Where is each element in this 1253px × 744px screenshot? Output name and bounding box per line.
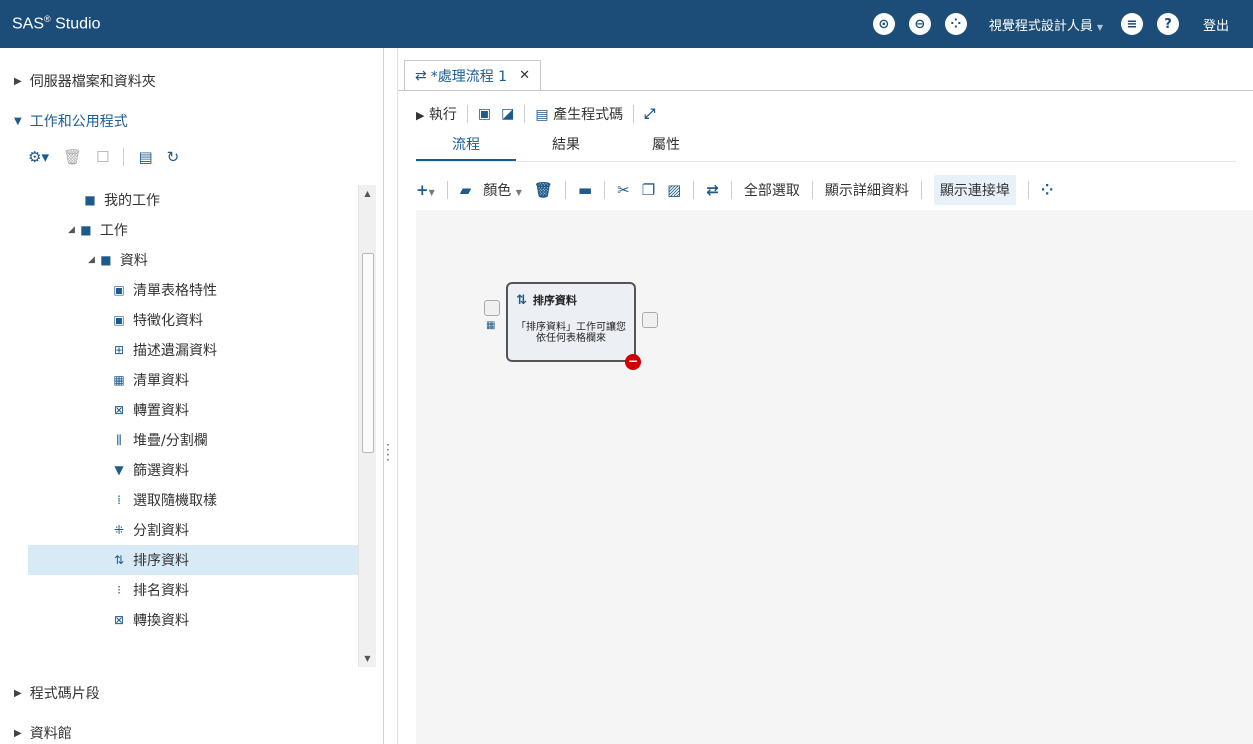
table-icon: ▦ xyxy=(486,320,496,331)
close-tab-icon[interactable]: ✕ xyxy=(519,68,530,83)
add-node-button[interactable]: +▼ xyxy=(416,181,435,199)
section-server-files[interactable]: ▶ 伺服器檔案和資料夾 xyxy=(0,64,380,98)
properties-icon[interactable]: ▬ xyxy=(578,181,592,199)
scroll-thumb[interactable] xyxy=(362,253,374,453)
select-all-button[interactable]: 全部選取 xyxy=(744,180,800,200)
sort-icon: ⇅ xyxy=(516,292,527,308)
folder-icon: ■ xyxy=(84,193,96,207)
partition-icon: ⁜ xyxy=(113,523,125,537)
folder-icon: ■ xyxy=(100,253,112,267)
delete-icon[interactable]: 🗑 xyxy=(534,181,553,199)
subtab-results[interactable]: 結果 xyxy=(516,134,616,162)
properties-icon[interactable]: ▤ xyxy=(138,148,152,166)
output-port[interactable] xyxy=(642,312,658,328)
section-libraries[interactable]: ▶ 資料館 xyxy=(0,716,380,744)
tree-transpose-data[interactable]: ⊠ 轉置資料 xyxy=(111,395,189,425)
table-attr-icon: ▣ xyxy=(113,283,125,297)
refresh-icon[interactable]: ↻ xyxy=(167,148,180,166)
edit-icon[interactable]: ☐ xyxy=(96,148,109,166)
tree-list-data[interactable]: ▦ 清單資料 xyxy=(111,365,189,395)
paste-icon[interactable]: ▨ xyxy=(667,181,681,199)
generate-code-button[interactable]: ▤ 產生程式碼 xyxy=(535,104,623,124)
menu-icon[interactable]: ≡ xyxy=(1120,13,1143,35)
rank-icon: ⁝ xyxy=(117,583,121,597)
sort-data-node[interactable]: ⇅ 排序資料 「排序資料」工作可讓您依任何表格欄來 − xyxy=(506,282,641,370)
tree-describe-missing[interactable]: ⊞ 描述遺漏資料 xyxy=(111,335,217,365)
run-button[interactable]: ▶ 執行 xyxy=(416,104,457,124)
layout-icon[interactable]: ⁘ xyxy=(1041,181,1054,199)
error-badge-icon: − xyxy=(625,354,641,370)
code-icon: ▤ xyxy=(535,107,549,123)
cut-icon[interactable]: ✂ xyxy=(617,181,630,199)
tasks-toolbar: ⚙▾ 🗑 ☐ ▤ ↻ xyxy=(28,148,179,166)
save-icon[interactable]: ▣ xyxy=(478,106,491,122)
panel-splitter[interactable]: · · · · xyxy=(384,48,398,744)
transpose-icon: ⊠ xyxy=(113,403,125,417)
section-tasks-utilities[interactable]: ▼ 工作和公用程式 xyxy=(0,104,380,138)
sort-icon: ⇅ xyxy=(113,553,125,567)
subtab-properties[interactable]: 屬性 xyxy=(616,134,716,162)
tree-tasks[interactable]: ◢ ■ 工作 xyxy=(68,215,128,245)
tree-my-tasks[interactable]: ■ 我的工作 xyxy=(82,185,160,215)
scroll-up-icon[interactable]: ▲ xyxy=(359,189,376,198)
show-ports-button[interactable]: 顯示連接埠 xyxy=(933,175,1016,205)
tree-characterize-data[interactable]: ▣ 特徵化資料 xyxy=(111,305,203,335)
copy-icon[interactable]: ❐ xyxy=(642,181,655,199)
subtab-bar: 流程 結果 屬性 xyxy=(416,134,716,162)
new-task-icon[interactable]: ⚙▾ xyxy=(28,148,49,166)
flow-toolbar: ▶ 執行 ▣ ◪ ▤ 產生程式碼 ⤢ xyxy=(416,100,655,128)
section-snippets[interactable]: ▶ 程式碼片段 xyxy=(0,676,380,710)
tree-rank-data[interactable]: ⁝ 排名資料 xyxy=(111,575,189,605)
grid-icon[interactable]: ⁘ xyxy=(944,13,967,35)
tree-random-sample[interactable]: ⁞ 選取隨機取樣 xyxy=(111,485,217,515)
folder-icon: ■ xyxy=(80,223,92,237)
flow-canvas[interactable]: ▦ ⇅ 排序資料 「排序資料」工作可讓您依任何表格欄來 − xyxy=(416,210,1253,744)
tree-scrollbar[interactable]: ▲ ▼ xyxy=(358,185,376,667)
help-icon[interactable]: ? xyxy=(1156,13,1179,35)
input-port[interactable] xyxy=(484,300,500,316)
main-panel: ⇄ *處理流程 1 ✕ ▶ 執行 ▣ ◪ ▤ 產生程式碼 ⤢ 流程 結果 屬性 … xyxy=(398,48,1253,744)
transform-icon: ⊠ xyxy=(113,613,125,627)
stack-icon: ⫼ xyxy=(116,433,122,447)
tree-stack-split[interactable]: ⫼ 堆疊/分割欄 xyxy=(111,425,207,455)
filter-icon: ▼ xyxy=(114,463,124,477)
left-panel: ▶ 伺服器檔案和資料夾 ▼ 工作和公用程式 ⚙▾ 🗑 ☐ ▤ ↻ ■ 我的工作 ◢ ■ 工… xyxy=(0,48,384,744)
characterize-icon: ▣ xyxy=(113,313,125,327)
tree-transform-data[interactable]: ⊠ 轉換資料 xyxy=(111,605,189,635)
top-bar: SAS® Studio ⊙ ⊖ ⁘ 視覺程式設計人員 ▼ ≡ ? 登出 xyxy=(0,0,1253,48)
color-dropdown[interactable]: 顏色 ▼ xyxy=(483,180,522,200)
scroll-down-icon[interactable]: ▼ xyxy=(359,654,376,663)
canvas-toolbar: +▼ ▰ 顏色 ▼ 🗑 ▬ ✂ ❐ ▨ ⇄ 全部選取 顯示詳細資料 顯示連接埠 … xyxy=(416,175,1054,205)
maximize-icon[interactable]: ⤢ xyxy=(644,106,655,122)
role-dropdown[interactable]: 視覺程式設計人員 ▼ xyxy=(989,15,1103,34)
tree-partition-data[interactable]: ⁜ 分割資料 xyxy=(111,515,189,545)
task-tree: ■ 我的工作 ◢ ■ 工作 ◢ ■ 資料 ▣ 清單表格特性 ▣ 特徵化資料 ⊞ 描述遺漏資料 ▦… xyxy=(28,185,358,665)
save-as-icon[interactable]: ◪ xyxy=(501,106,514,122)
flow-icon: ⇄ xyxy=(415,67,427,84)
tab-process-flow[interactable]: ⇄ *處理流程 1 ✕ xyxy=(404,60,541,90)
app-brand: SAS® Studio xyxy=(12,14,101,33)
sample-icon: ⁞ xyxy=(117,493,121,507)
tree-list-table-attributes[interactable]: ▣ 清單表格特性 xyxy=(111,275,217,305)
delete-icon[interactable]: 🗑 xyxy=(63,148,82,166)
tree-sort-data[interactable]: ⇅ 排序資料 xyxy=(28,545,358,575)
window-icon[interactable]: ⊖ xyxy=(908,13,931,35)
list-data-icon: ▦ xyxy=(113,373,125,387)
open-folder-icon[interactable]: ▰ xyxy=(460,181,472,199)
subtab-flow[interactable]: 流程 xyxy=(416,134,516,162)
logout-link[interactable]: 登出 xyxy=(1203,15,1229,34)
missing-icon: ⊞ xyxy=(113,343,125,357)
search-icon[interactable]: ⊙ xyxy=(872,13,895,35)
tree-filter-data[interactable]: ▼ 篩選資料 xyxy=(111,455,189,485)
link-icon[interactable]: ⇄ xyxy=(706,181,719,199)
tree-data[interactable]: ◢ ■ 資料 xyxy=(88,245,148,275)
show-details-button[interactable]: 顯示詳細資料 xyxy=(825,180,909,200)
